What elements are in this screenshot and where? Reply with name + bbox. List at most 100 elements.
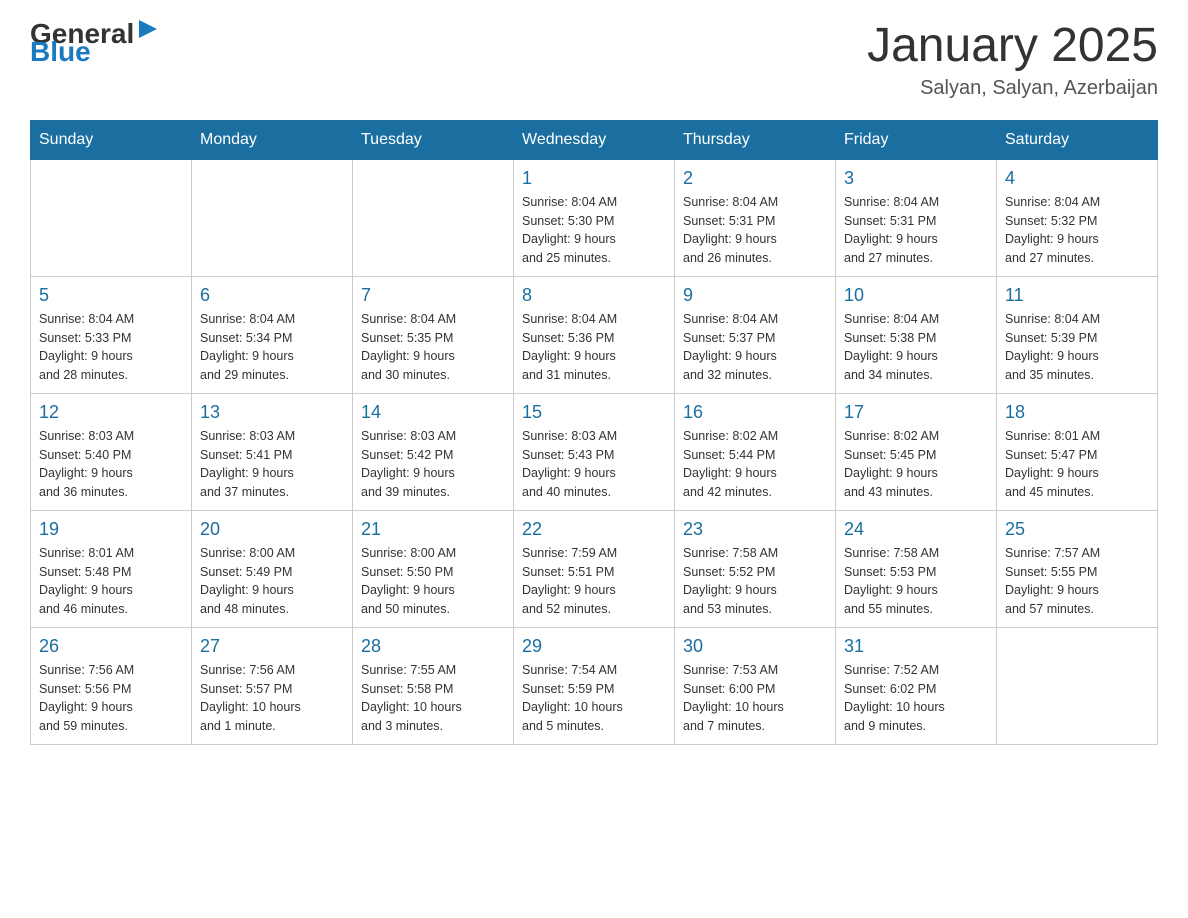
calendar-cell-3-5: 16 Sunrise: 8:02 AMSunset: 5:44 PMDayligh…	[675, 393, 836, 510]
day-number: 23	[683, 519, 827, 540]
day-number: 25	[1005, 519, 1149, 540]
day-number: 31	[844, 636, 988, 657]
calendar-cell-1-2	[192, 159, 353, 276]
day-number: 7	[361, 285, 505, 306]
day-info: Sunrise: 8:03 AMSunset: 5:40 PMDaylight:…	[39, 427, 183, 502]
day-number: 8	[522, 285, 666, 306]
day-number: 15	[522, 402, 666, 423]
calendar-row-week-3: 12 Sunrise: 8:03 AMSunset: 5:40 PMDayligh…	[31, 393, 1158, 510]
calendar-cell-2-3: 7 Sunrise: 8:04 AMSunset: 5:35 PMDaylight…	[353, 276, 514, 393]
calendar-row-week-5: 26 Sunrise: 7:56 AMSunset: 5:56 PMDayligh…	[31, 627, 1158, 744]
day-number: 3	[844, 168, 988, 189]
calendar-cell-3-3: 14Sunrise: 8:03 AMSunset: 5:42 PMDayligh…	[353, 393, 514, 510]
calendar-cell-4-6: 24 Sunrise: 7:58 AMSunset: 5:53 PMDayligh…	[836, 510, 997, 627]
day-number: 16	[683, 402, 827, 423]
weekday-header-wednesday: Wednesday	[514, 120, 675, 159]
calendar-cell-1-3	[353, 159, 514, 276]
weekday-header-monday: Monday	[192, 120, 353, 159]
day-number: 28	[361, 636, 505, 657]
day-info: Sunrise: 8:02 AMSunset: 5:45 PMDaylight:…	[844, 427, 988, 502]
day-info: Sunrise: 7:57 AMSunset: 5:55 PMDaylight:…	[1005, 544, 1149, 619]
calendar-row-week-2: 5 Sunrise: 8:04 AMSunset: 5:33 PMDaylight…	[31, 276, 1158, 393]
day-info: Sunrise: 8:04 AMSunset: 5:36 PMDaylight:…	[522, 310, 666, 385]
calendar-cell-2-6: 10 Sunrise: 8:04 AMSunset: 5:38 PMDayligh…	[836, 276, 997, 393]
day-number: 26	[39, 636, 183, 657]
day-info: Sunrise: 7:56 AMSunset: 5:57 PMDaylight:…	[200, 661, 344, 736]
day-number: 30	[683, 636, 827, 657]
calendar-cell-5-6: 31 Sunrise: 7:52 AMSunset: 6:02 PMDayligh…	[836, 627, 997, 744]
calendar-cell-1-1	[31, 159, 192, 276]
month-title: January 2025	[867, 20, 1158, 73]
day-number: 27	[200, 636, 344, 657]
day-info: Sunrise: 7:52 AMSunset: 6:02 PMDaylight:…	[844, 661, 988, 736]
calendar-cell-5-5: 30 Sunrise: 7:53 AMSunset: 6:00 PMDayligh…	[675, 627, 836, 744]
calendar-cell-4-7: 25 Sunrise: 7:57 AMSunset: 5:55 PMDayligh…	[997, 510, 1158, 627]
day-info: Sunrise: 8:01 AMSunset: 5:47 PMDaylight:…	[1005, 427, 1149, 502]
day-info: Sunrise: 7:55 AMSunset: 5:58 PMDaylight:…	[361, 661, 505, 736]
calendar-cell-5-4: 29Sunrise: 7:54 AMSunset: 5:59 PMDayligh…	[514, 627, 675, 744]
day-info: Sunrise: 8:02 AMSunset: 5:44 PMDaylight:…	[683, 427, 827, 502]
day-number: 18	[1005, 402, 1149, 423]
calendar-cell-3-6: 17 Sunrise: 8:02 AMSunset: 5:45 PMDayligh…	[836, 393, 997, 510]
day-number: 4	[1005, 168, 1149, 189]
day-number: 5	[39, 285, 183, 306]
day-number: 24	[844, 519, 988, 540]
day-info: Sunrise: 8:00 AMSunset: 5:50 PMDaylight:…	[361, 544, 505, 619]
day-number: 19	[39, 519, 183, 540]
day-info: Sunrise: 8:04 AMSunset: 5:30 PMDaylight:…	[522, 193, 666, 268]
weekday-header-tuesday: Tuesday	[353, 120, 514, 159]
day-number: 6	[200, 285, 344, 306]
day-number: 1	[522, 168, 666, 189]
day-info: Sunrise: 7:53 AMSunset: 6:00 PMDaylight:…	[683, 661, 827, 736]
calendar-cell-2-4: 8 Sunrise: 8:04 AMSunset: 5:36 PMDaylight…	[514, 276, 675, 393]
day-info: Sunrise: 8:03 AMSunset: 5:42 PMDaylight:…	[361, 427, 505, 502]
day-number: 9	[683, 285, 827, 306]
calendar-cell-2-2: 6 Sunrise: 8:04 AMSunset: 5:34 PMDaylight…	[192, 276, 353, 393]
weekday-header-thursday: Thursday	[675, 120, 836, 159]
day-number: 10	[844, 285, 988, 306]
day-info: Sunrise: 8:04 AMSunset: 5:31 PMDaylight:…	[844, 193, 988, 268]
day-info: Sunrise: 8:03 AMSunset: 5:43 PMDaylight:…	[522, 427, 666, 502]
day-info: Sunrise: 7:56 AMSunset: 5:56 PMDaylight:…	[39, 661, 183, 736]
calendar-cell-5-2: 27 Sunrise: 7:56 AMSunset: 5:57 PMDayligh…	[192, 627, 353, 744]
calendar-row-week-4: 19 Sunrise: 8:01 AMSunset: 5:48 PMDayligh…	[31, 510, 1158, 627]
calendar-cell-3-7: 18 Sunrise: 8:01 AMSunset: 5:47 PMDayligh…	[997, 393, 1158, 510]
calendar-table: SundayMondayTuesdayWednesdayThursdayFrid…	[30, 120, 1158, 745]
day-info: Sunrise: 7:58 AMSunset: 5:52 PMDaylight:…	[683, 544, 827, 619]
day-number: 21	[361, 519, 505, 540]
calendar-cell-5-1: 26 Sunrise: 7:56 AMSunset: 5:56 PMDayligh…	[31, 627, 192, 744]
weekday-header-sunday: Sunday	[31, 120, 192, 159]
calendar-cell-5-3: 28 Sunrise: 7:55 AMSunset: 5:58 PMDayligh…	[353, 627, 514, 744]
calendar-cell-3-2: 13Sunrise: 8:03 AMSunset: 5:41 PMDayligh…	[192, 393, 353, 510]
title-section: January 2025 Salyan, Salyan, Azerbaijan	[867, 20, 1158, 100]
calendar-header-row: SundayMondayTuesdayWednesdayThursdayFrid…	[31, 120, 1158, 159]
day-info: Sunrise: 8:04 AMSunset: 5:34 PMDaylight:…	[200, 310, 344, 385]
calendar-cell-2-5: 9Sunrise: 8:04 AMSunset: 5:37 PMDaylight…	[675, 276, 836, 393]
calendar-cell-4-5: 23 Sunrise: 7:58 AMSunset: 5:52 PMDayligh…	[675, 510, 836, 627]
day-info: Sunrise: 8:04 AMSunset: 5:35 PMDaylight:…	[361, 310, 505, 385]
calendar-cell-1-5: 2Sunrise: 8:04 AMSunset: 5:31 PMDaylight…	[675, 159, 836, 276]
day-info: Sunrise: 8:04 AMSunset: 5:32 PMDaylight:…	[1005, 193, 1149, 268]
day-info: Sunrise: 7:59 AMSunset: 5:51 PMDaylight:…	[522, 544, 666, 619]
day-info: Sunrise: 7:58 AMSunset: 5:53 PMDaylight:…	[844, 544, 988, 619]
calendar-cell-5-7	[997, 627, 1158, 744]
day-info: Sunrise: 8:04 AMSunset: 5:38 PMDaylight:…	[844, 310, 988, 385]
day-number: 17	[844, 402, 988, 423]
calendar-cell-3-4: 15 Sunrise: 8:03 AMSunset: 5:43 PMDayligh…	[514, 393, 675, 510]
day-info: Sunrise: 8:00 AMSunset: 5:49 PMDaylight:…	[200, 544, 344, 619]
calendar-cell-4-1: 19 Sunrise: 8:01 AMSunset: 5:48 PMDayligh…	[31, 510, 192, 627]
day-number: 13	[200, 402, 344, 423]
calendar-cell-4-3: 21 Sunrise: 8:00 AMSunset: 5:50 PMDayligh…	[353, 510, 514, 627]
calendar-cell-4-2: 20 Sunrise: 8:00 AMSunset: 5:49 PMDayligh…	[192, 510, 353, 627]
day-info: Sunrise: 8:04 AMSunset: 5:39 PMDaylight:…	[1005, 310, 1149, 385]
calendar-cell-4-4: 22Sunrise: 7:59 AMSunset: 5:51 PMDayligh…	[514, 510, 675, 627]
page-header: General General Blue January 2025 Salyan…	[30, 20, 1158, 100]
calendar-cell-2-7: 11Sunrise: 8:04 AMSunset: 5:39 PMDayligh…	[997, 276, 1158, 393]
day-info: Sunrise: 8:04 AMSunset: 5:33 PMDaylight:…	[39, 310, 183, 385]
day-number: 12	[39, 402, 183, 423]
day-number: 2	[683, 168, 827, 189]
day-number: 20	[200, 519, 344, 540]
calendar-cell-2-1: 5 Sunrise: 8:04 AMSunset: 5:33 PMDaylight…	[31, 276, 192, 393]
day-info: Sunrise: 8:01 AMSunset: 5:48 PMDaylight:…	[39, 544, 183, 619]
calendar-cell-3-1: 12 Sunrise: 8:03 AMSunset: 5:40 PMDayligh…	[31, 393, 192, 510]
